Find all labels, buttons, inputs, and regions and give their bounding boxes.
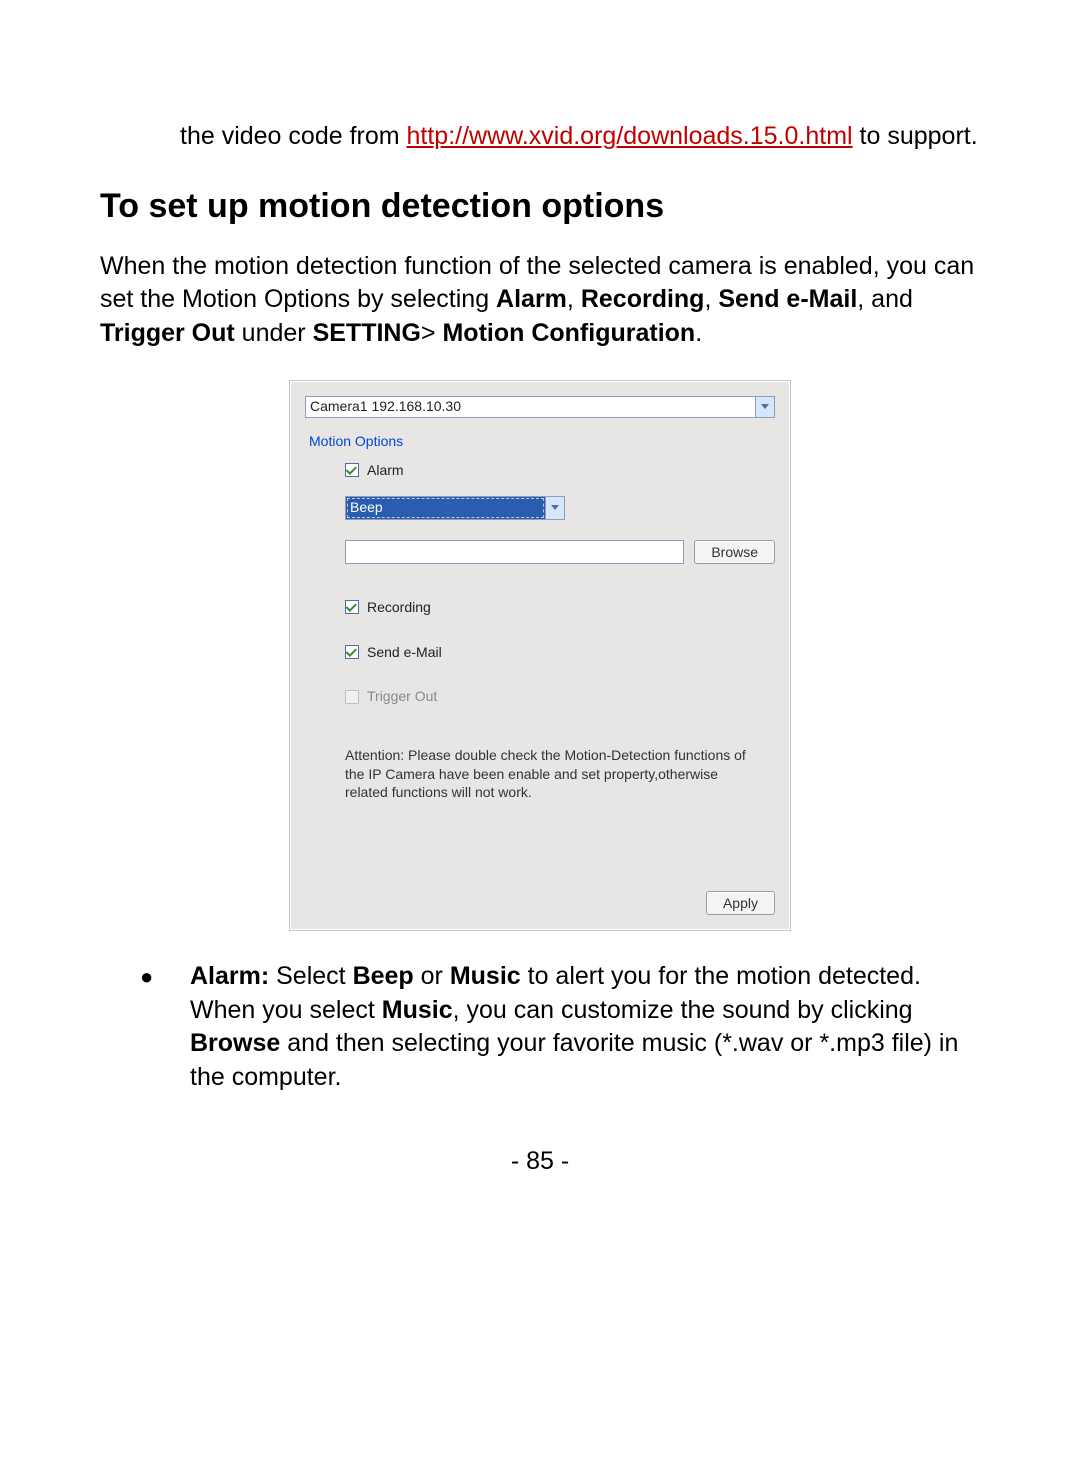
recording-row: Recording	[345, 598, 775, 617]
alarm-label: Alarm	[367, 461, 404, 480]
chevron-down-icon	[551, 505, 559, 510]
bullet-glyph: ●	[140, 960, 190, 1095]
attention-text: Attention: Please double check the Motio…	[345, 746, 761, 801]
music-path-value	[346, 541, 683, 563]
bullet-t2: or	[414, 962, 450, 990]
top-continuation-text: the video code from http://www.xvid.org/…	[180, 120, 980, 154]
camera-select-chevron[interactable]	[755, 397, 774, 417]
sendemail-label: Send e-Mail	[367, 643, 442, 662]
bullet-t4: , you can customize the sound by clickin…	[453, 996, 913, 1024]
alarm-bullet-body: Alarm: Select Beep or Music to alert you…	[190, 960, 980, 1095]
intro-b2: Recording	[581, 285, 705, 313]
bullet-b3: Music	[450, 962, 521, 990]
trigger-row: Trigger Out	[345, 687, 775, 706]
trigger-checkbox[interactable]	[345, 690, 359, 704]
alarm-checkbox[interactable]	[345, 463, 359, 477]
bullet-b1: Alarm:	[190, 962, 269, 990]
sendemail-checkbox[interactable]	[345, 645, 359, 659]
intro-b1: Alarm	[496, 285, 567, 313]
bullet-b5: Browse	[190, 1029, 280, 1057]
xvid-link[interactable]: http://www.xvid.org/downloads.15.0.html	[407, 122, 853, 150]
intro-b4: Trigger Out	[100, 319, 235, 347]
apply-button[interactable]: Apply	[706, 891, 775, 915]
bullet-b2: Beep	[353, 962, 414, 990]
alarm-row: Alarm	[345, 461, 775, 480]
section-heading: To set up motion detection options	[100, 184, 980, 230]
intro-b5: SETTING	[313, 319, 421, 347]
intro-c6: .	[695, 319, 702, 347]
intro-c4: under	[235, 319, 313, 347]
alarm-sound-chevron[interactable]	[545, 497, 564, 519]
bullet-b4: Music	[382, 996, 453, 1024]
alarm-sound-value: Beep	[346, 497, 545, 519]
recording-checkbox[interactable]	[345, 600, 359, 614]
intro-c3: , and	[857, 285, 913, 313]
bullet-t5: and then selecting your favorite music (…	[190, 1029, 958, 1091]
intro-b6: Motion Configuration	[442, 319, 695, 347]
intro-c2: ,	[704, 285, 718, 313]
sendemail-row: Send e-Mail	[345, 643, 775, 662]
motion-options-label: Motion Options	[309, 432, 775, 451]
motion-options-dialog: Camera1 192.168.10.30 Motion Options Ala…	[290, 381, 790, 930]
intro-c5: >	[421, 319, 443, 347]
camera-select[interactable]: Camera1 192.168.10.30	[305, 396, 775, 418]
chevron-down-icon	[761, 404, 769, 409]
bullet-t1: Select	[269, 962, 352, 990]
page-number: - 85 -	[100, 1145, 980, 1179]
intro-c1: ,	[567, 285, 581, 313]
browse-button[interactable]: Browse	[694, 540, 775, 564]
intro-b3: Send e-Mail	[718, 285, 857, 313]
alarm-bullet-item: ● Alarm: Select Beep or Music to alert y…	[140, 960, 980, 1095]
intro-paragraph: When the motion detection function of th…	[100, 250, 980, 351]
alarm-sound-select[interactable]: Beep	[345, 496, 565, 520]
music-path-input[interactable]	[345, 540, 684, 564]
trigger-label: Trigger Out	[367, 687, 437, 706]
top-trail: to support.	[860, 122, 978, 150]
top-lead: the video code from	[180, 122, 407, 150]
camera-select-value: Camera1 192.168.10.30	[306, 397, 755, 417]
recording-label: Recording	[367, 598, 431, 617]
